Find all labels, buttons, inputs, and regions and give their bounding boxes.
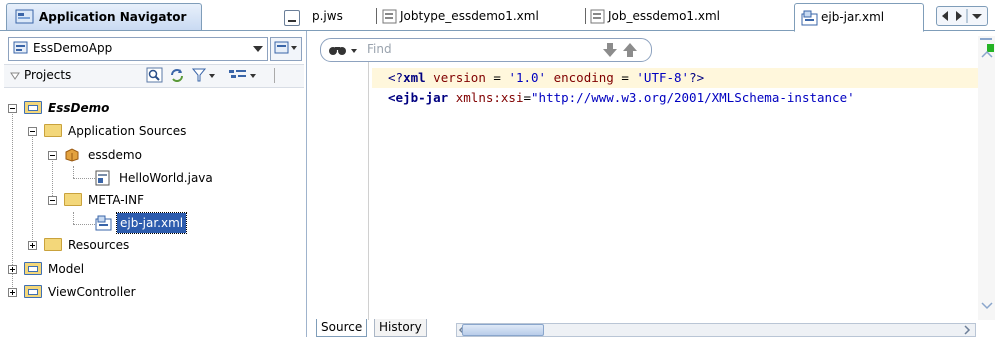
code-editor[interactable]: <?xml version = '1.0' encoding = 'UTF-8'… <box>368 68 980 318</box>
folder-icon <box>44 238 62 251</box>
application-navigator-panel: Application Navigator EssDemoApp Project… <box>0 0 307 337</box>
chevron-down-icon <box>253 46 263 52</box>
tree-item-label: EssDemo <box>48 101 110 115</box>
tab-label: p.jws <box>312 9 343 23</box>
tree-guide <box>73 166 74 178</box>
xml-file-icon <box>382 9 397 24</box>
code-token: "http://www.w3.org/2001/XMLSchema-instan… <box>531 90 855 105</box>
search-icon[interactable] <box>146 67 164 84</box>
toolbar-separator <box>274 68 275 83</box>
arrow-down-icon <box>603 43 617 57</box>
navigator-icon <box>15 9 34 24</box>
expand-icon[interactable] <box>28 241 37 250</box>
expand-icon[interactable] <box>8 288 17 297</box>
tree-guide <box>73 178 95 179</box>
code-token: ?> <box>689 70 705 85</box>
tab-separator <box>376 8 377 24</box>
scroll-marker <box>980 38 992 40</box>
chevron-right-icon[interactable] <box>963 324 971 336</box>
scrollbar-thumb[interactable] <box>462 324 544 336</box>
navigator-title: Application Navigator <box>39 10 187 24</box>
chevron-down-icon[interactable] <box>981 302 993 310</box>
editor-tab-bar: p.jws Jobtype_essdemo1.xml Job_essdemo1.… <box>306 0 995 32</box>
application-icon <box>13 41 28 54</box>
tab-label: Jobtype_essdemo1.xml <box>400 9 539 23</box>
code-token: 'UTF-8' <box>636 70 690 85</box>
sync-icon[interactable] <box>168 67 186 84</box>
find-placeholder: Find <box>367 42 392 56</box>
tree-guide <box>73 212 74 224</box>
find-navigation-icons[interactable] <box>603 41 643 59</box>
tab-scroll-arrows-icon[interactable] <box>937 7 987 25</box>
code-line-1: <?xml version = '1.0' encoding = 'UTF-8'… <box>388 70 704 85</box>
collapse-triangle-icon[interactable] <box>10 71 20 81</box>
project-folder-icon <box>24 285 42 298</box>
application-menu-icon <box>274 41 297 54</box>
tab-label: Source <box>321 320 363 334</box>
code-token: xmlns:xsi <box>448 90 524 105</box>
tree-item-label: Resources <box>68 238 130 252</box>
projects-label: Projects <box>24 68 72 82</box>
application-selector-value: EssDemoApp <box>33 41 113 55</box>
code-token: = <box>613 70 637 85</box>
collapse-icon[interactable] <box>48 151 57 160</box>
binoculars-icon[interactable] <box>327 42 363 58</box>
tab-ejb-jar-xml[interactable]: ejb-jar.xml <box>794 3 924 32</box>
tree-item-label: ejb-jar.xml <box>115 212 188 234</box>
tab-history[interactable]: History <box>374 319 427 337</box>
tree-guide <box>32 134 33 244</box>
minimize-icon[interactable] <box>284 10 300 26</box>
collapse-icon[interactable] <box>8 104 17 113</box>
projects-header[interactable]: Projects <box>4 64 304 88</box>
collapse-icon[interactable] <box>48 196 57 205</box>
find-field[interactable]: Find <box>320 38 652 62</box>
folder-icon <box>64 193 82 206</box>
code-line-2: <ejb-jar xmlns:xsi="http://www.w3.org/20… <box>388 90 855 105</box>
tab-separator <box>585 8 586 24</box>
tree-item-label: ViewController <box>48 285 136 299</box>
application-menu-button[interactable] <box>270 37 302 61</box>
xml-file-icon <box>590 9 605 24</box>
chevron-up-icon[interactable] <box>981 50 993 58</box>
tab-p-jws[interactable]: p.jws <box>312 4 343 28</box>
application-selector[interactable]: EssDemoApp <box>8 37 268 61</box>
code-token: encoding <box>546 70 614 85</box>
code-token: version <box>425 70 486 85</box>
tree-item-label: Model <box>48 262 85 276</box>
tree-item-label: HelloWorld.java <box>119 171 213 185</box>
tab-label: History <box>379 320 422 334</box>
xml-file-icon <box>801 10 818 26</box>
collapse-icon[interactable] <box>28 127 37 136</box>
tree-item-label: Application Sources <box>68 124 187 138</box>
code-token: '1.0' <box>508 70 547 85</box>
tree-item-label: META-INF <box>88 193 145 207</box>
tab-source[interactable]: Source <box>316 319 368 337</box>
navigator-tab[interactable]: Application Navigator <box>6 3 202 30</box>
folder-icon <box>44 124 62 137</box>
java-file-icon <box>95 170 110 186</box>
code-token: xml <box>403 70 426 85</box>
vertical-scrollbar[interactable] <box>978 36 995 320</box>
code-token: = <box>523 90 532 105</box>
package-icon <box>65 148 79 162</box>
tab-label: Job_essdemo1.xml <box>608 9 720 23</box>
tree-guide <box>73 224 95 225</box>
xml-file-icon <box>95 215 112 231</box>
tree-options-icon[interactable] <box>228 68 262 83</box>
code-token: < <box>388 90 396 105</box>
project-folder-icon <box>24 262 42 275</box>
project-folder-icon <box>24 101 42 114</box>
tab-label: ejb-jar.xml <box>821 10 885 24</box>
code-token: = <box>485 70 509 85</box>
expand-icon[interactable] <box>8 265 17 274</box>
tab-divider <box>0 30 306 31</box>
code-token: <? <box>388 70 404 85</box>
code-token: ejb-jar <box>395 90 449 105</box>
tree-item-label: essdemo <box>88 148 142 162</box>
tab-navigation[interactable] <box>936 6 988 26</box>
filter-icon[interactable] <box>192 68 220 83</box>
arrow-up-icon <box>623 43 637 57</box>
